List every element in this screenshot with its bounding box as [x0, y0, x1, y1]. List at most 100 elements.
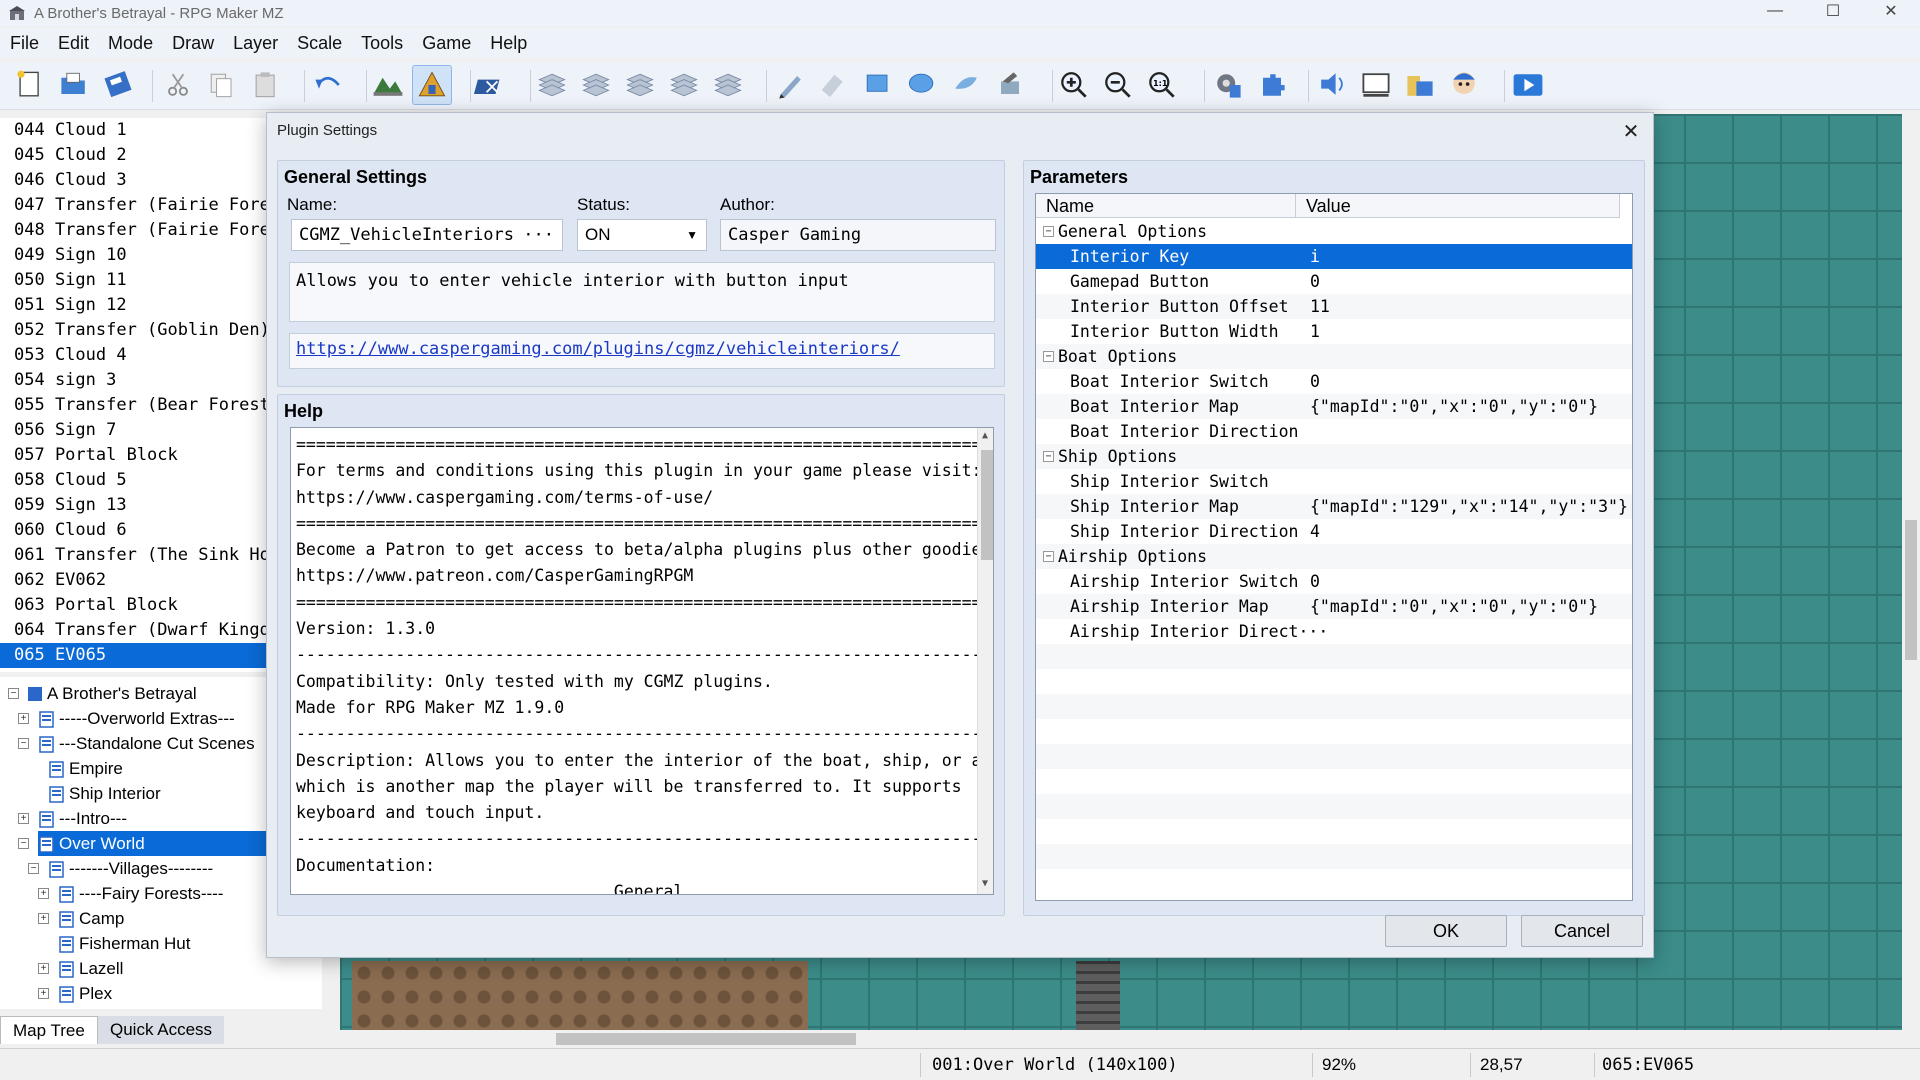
event-searcher-icon[interactable]	[1356, 65, 1396, 105]
parameter-row[interactable]: Ship Interior Map {"mapId":"129","x":"14"…	[1036, 494, 1632, 519]
minimize-icon[interactable]: —	[1746, 0, 1804, 22]
undo-icon[interactable]	[308, 65, 348, 105]
event-list-item[interactable]: 047 Transfer (Fairie Forest)	[0, 193, 266, 218]
collapse-icon[interactable]: −	[1043, 451, 1054, 462]
event-list-item[interactable]: 061 Transfer (The Sink Hole)	[0, 543, 266, 568]
parameter-category[interactable]: − General Options	[1036, 219, 1632, 244]
event-list-item[interactable]: 057 Portal Block	[0, 443, 266, 468]
scroll-thumb[interactable]	[1905, 520, 1917, 660]
menu-layer[interactable]: Layer	[223, 33, 287, 54]
collapse-icon[interactable]: −	[18, 838, 29, 849]
event-list-item[interactable]: 056 Sign 7	[0, 418, 266, 443]
pencil-icon[interactable]	[770, 65, 810, 105]
parameter-value[interactable]: 11	[1310, 294, 1330, 319]
menu-help[interactable]: Help	[480, 33, 536, 54]
event-mode-icon[interactable]	[412, 65, 452, 105]
menu-mode[interactable]: Mode	[98, 33, 162, 54]
parameter-row[interactable]: Ship Interior Direction 4	[1036, 519, 1632, 544]
menu-file[interactable]: File	[0, 33, 48, 54]
layer-3-icon[interactable]	[620, 65, 660, 105]
zoom-out-icon[interactable]	[1098, 65, 1138, 105]
event-list-item[interactable]: 063 Portal Block	[0, 593, 266, 618]
shadow-pen-icon[interactable]	[990, 65, 1030, 105]
parameter-row[interactable]: Airship Interior Direct···	[1036, 619, 1632, 644]
parameter-row[interactable]: Gamepad Button 0	[1036, 269, 1632, 294]
layer-4-icon[interactable]	[664, 65, 704, 105]
expand-icon[interactable]: +	[38, 888, 49, 899]
map-tree-item[interactable]: Lazell	[58, 956, 322, 981]
cancel-button[interactable]: Cancel	[1521, 915, 1643, 947]
menu-tools[interactable]: Tools	[351, 33, 412, 54]
collapse-icon[interactable]: −	[8, 688, 19, 699]
parameter-value[interactable]: 4	[1310, 519, 1320, 544]
menu-game[interactable]: Game	[412, 33, 480, 54]
collapse-icon[interactable]: −	[1043, 551, 1054, 562]
map-mode-icon[interactable]	[368, 65, 408, 105]
event-list-item[interactable]: 064 Transfer (Dwarf Kingdom	[0, 618, 266, 643]
character-generator-icon[interactable]	[1444, 65, 1484, 105]
event-list-item[interactable]: 058 Cloud 5	[0, 468, 266, 493]
parameter-value[interactable]: 0	[1310, 369, 1320, 394]
parameter-value[interactable]: 0	[1310, 269, 1320, 294]
scroll-down-icon[interactable]: ▼	[982, 878, 988, 889]
menu-scale[interactable]: Scale	[287, 33, 351, 54]
zoom-actual-icon[interactable]: 1:1	[1142, 65, 1182, 105]
collapse-icon[interactable]: −	[1043, 351, 1054, 362]
event-list-item[interactable]: 051 Sign 12	[0, 293, 266, 318]
event-list-item[interactable]: 065 EV065	[0, 643, 266, 668]
parameter-value[interactable]: 1	[1310, 319, 1320, 344]
paste-icon[interactable]	[246, 65, 286, 105]
expand-icon[interactable]: +	[38, 988, 49, 999]
database-icon[interactable]	[1208, 65, 1248, 105]
maximize-icon[interactable]: ☐	[1804, 0, 1862, 22]
parameter-category[interactable]: − Airship Options	[1036, 544, 1632, 569]
help-text-area[interactable]: ========================================…	[290, 427, 994, 895]
parameter-row[interactable]: Airship Interior Map {"mapId":"0","x":"0"…	[1036, 594, 1632, 619]
flood-fill-icon[interactable]	[946, 65, 986, 105]
event-list-item[interactable]: 054 sign 3	[0, 368, 266, 393]
parameter-row[interactable]: Interior Button Offset 11	[1036, 294, 1632, 319]
layer-1-icon[interactable]	[532, 65, 572, 105]
parameter-row[interactable]: Boat Interior Direction	[1036, 419, 1632, 444]
expand-icon[interactable]: +	[18, 813, 29, 824]
scroll-thumb[interactable]	[981, 450, 993, 560]
new-project-icon[interactable]	[10, 65, 50, 105]
plugin-name-field[interactable]: CGMZ_VehicleInteriors ···	[291, 219, 563, 251]
tab-quick-access[interactable]: Quick Access	[98, 1016, 225, 1044]
expand-icon[interactable]: +	[38, 963, 49, 974]
parameter-value[interactable]: {"mapId":"0","x":"0","y":"0"}	[1310, 394, 1598, 419]
scroll-thumb[interactable]	[556, 1033, 856, 1045]
map-tree-item[interactable]: Plex	[58, 981, 322, 1006]
event-list-item[interactable]: 046 Cloud 3	[0, 168, 266, 193]
sound-test-icon[interactable]	[1312, 65, 1352, 105]
parameter-value[interactable]: i	[1310, 244, 1320, 269]
parameter-value[interactable]: {"mapId":"129","x":"14","y":"3"}	[1310, 494, 1628, 519]
region-mode-icon[interactable]	[472, 65, 512, 105]
rectangle-icon[interactable]	[858, 65, 898, 105]
cut-icon[interactable]	[158, 65, 198, 105]
event-list-item[interactable]: 062 EV062	[0, 568, 266, 593]
event-list-item[interactable]: 045 Cloud 2	[0, 143, 266, 168]
event-list-item[interactable]: 055 Transfer (Bear Forest In	[0, 393, 266, 418]
parameter-row[interactable]: Boat Interior Switch 0	[1036, 369, 1632, 394]
parameter-category[interactable]: − Ship Options	[1036, 444, 1632, 469]
close-icon[interactable]: ✕	[1619, 119, 1643, 144]
event-list-item[interactable]: 048 Transfer (Fairie Forest)	[0, 218, 266, 243]
parameter-row[interactable]: Interior Key i	[1036, 244, 1632, 269]
event-list-item[interactable]: 050 Sign 11	[0, 268, 266, 293]
event-list-item[interactable]: 049 Sign 10	[0, 243, 266, 268]
description-field[interactable]: Allows you to enter vehicle interior wit…	[289, 262, 995, 322]
zoom-in-icon[interactable]	[1054, 65, 1094, 105]
collapse-icon[interactable]: −	[18, 738, 29, 749]
parameter-row[interactable]: Airship Interior Switch 0	[1036, 569, 1632, 594]
parameter-row[interactable]: Interior Button Width 1	[1036, 319, 1632, 344]
author-field[interactable]: Casper Gaming	[720, 219, 996, 251]
event-list-item[interactable]: 053 Cloud 4	[0, 343, 266, 368]
map-horizontal-scrollbar[interactable]	[352, 1030, 1902, 1048]
parameter-row[interactable]: Ship Interior Switch	[1036, 469, 1632, 494]
parameter-value[interactable]: 0	[1310, 569, 1320, 594]
layer-auto-icon[interactable]	[708, 65, 748, 105]
parameter-row[interactable]: Boat Interior Map {"mapId":"0","x":"0","y…	[1036, 394, 1632, 419]
ellipse-icon[interactable]	[902, 65, 942, 105]
collapse-icon[interactable]: −	[28, 863, 39, 874]
